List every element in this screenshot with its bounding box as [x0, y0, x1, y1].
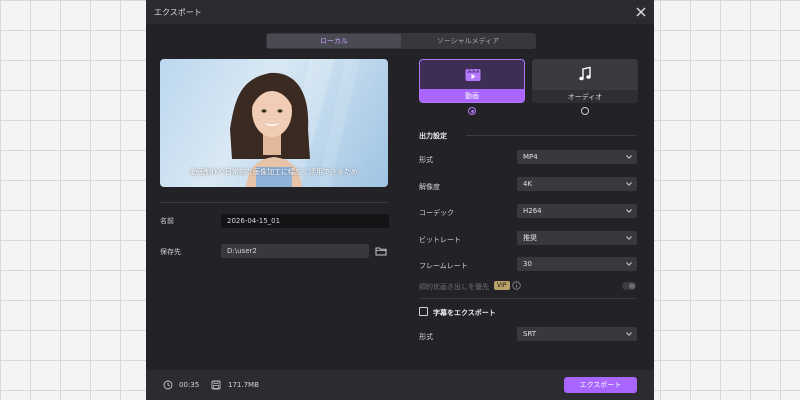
format-select[interactable]: MP4: [517, 150, 637, 164]
duration-text: 00:35: [179, 381, 200, 389]
name-label: 名前: [160, 217, 174, 225]
audio-type-card[interactable]: オーディオ: [532, 59, 638, 103]
save-disk-icon: [211, 380, 221, 390]
dialog-footer: 00:35 171.7MB エクスポート: [146, 370, 654, 400]
codec-value: H264: [523, 207, 542, 215]
video-icon: [465, 68, 481, 81]
chevron-down-icon: [626, 209, 632, 213]
subtitle-format-select[interactable]: SRT: [517, 327, 637, 341]
output-settings-divider: [466, 135, 637, 136]
output-settings-title: 出力設定: [419, 132, 447, 140]
vip-badge: VIP: [494, 281, 510, 290]
export-target-tabs: ローカル ソーシャルメディア: [266, 33, 536, 49]
save-location-input[interactable]: D:\user2: [221, 244, 369, 258]
folder-icon[interactable]: [375, 245, 387, 257]
chevron-down-icon: [626, 182, 632, 186]
chevron-down-icon: [626, 236, 632, 240]
resolution-label: 解像度: [419, 183, 440, 191]
video-type-card[interactable]: 動画: [419, 59, 525, 103]
clock-icon: [163, 380, 173, 390]
dialog-title: エクスポート: [154, 7, 202, 17]
video-radio[interactable]: [468, 107, 476, 115]
format-label: 形式: [419, 156, 433, 164]
settings-divider: [419, 298, 637, 299]
chevron-down-icon: [626, 332, 632, 336]
framerate-label: フレームレート: [419, 262, 468, 270]
quality-priority-toggle[interactable]: [622, 282, 636, 290]
close-icon[interactable]: [634, 5, 648, 19]
framerate-value: 30: [523, 260, 532, 268]
left-divider: [160, 202, 389, 203]
video-type-label: 動画: [420, 89, 524, 102]
export-dialog: エクスポート ローカル ソーシャルメディア 動画制作や日常的な画像加工に幅広く活…: [146, 0, 654, 400]
export-button[interactable]: エクスポート: [564, 377, 637, 393]
music-note-icon: [579, 66, 591, 81]
tab-local[interactable]: ローカル: [267, 34, 401, 48]
resolution-select[interactable]: 4K: [517, 177, 637, 191]
title-bar: エクスポート: [146, 0, 654, 24]
tab-social-media[interactable]: ソーシャルメディア: [401, 34, 535, 48]
chevron-down-icon: [626, 262, 632, 266]
subtitle-format-value: SRT: [523, 330, 537, 338]
framerate-select[interactable]: 30: [517, 257, 637, 271]
bitrate-select[interactable]: 推奨: [517, 231, 637, 245]
chevron-down-icon: [626, 155, 632, 159]
subtitle-export-label: 字幕をエクスポート: [433, 309, 496, 317]
info-icon[interactable]: [512, 281, 521, 290]
subtitle-format-label: 形式: [419, 333, 433, 341]
resolution-value: 4K: [523, 180, 533, 188]
video-preview: 動画制作や日常的な画像加工に幅広く活用できるため: [160, 59, 388, 187]
subtitle-export-checkbox[interactable]: [419, 307, 428, 316]
name-input[interactable]: 2026-04-15_01: [221, 214, 389, 228]
audio-radio[interactable]: [581, 107, 589, 115]
file-size-text: 171.7MB: [228, 381, 259, 389]
audio-type-label: オーディオ: [532, 90, 638, 103]
quality-priority-label: 順的优画き出しを優先: [419, 283, 489, 291]
codec-select[interactable]: H264: [517, 204, 637, 218]
preview-caption: 動画制作や日常的な画像加工に幅広く活用できるため: [190, 168, 358, 176]
bitrate-label: ビットレート: [419, 236, 461, 244]
bitrate-value: 推奨: [523, 234, 537, 242]
save-location-label: 保存先: [160, 248, 181, 256]
format-value: MP4: [523, 153, 538, 161]
codec-label: コーデック: [419, 209, 454, 217]
